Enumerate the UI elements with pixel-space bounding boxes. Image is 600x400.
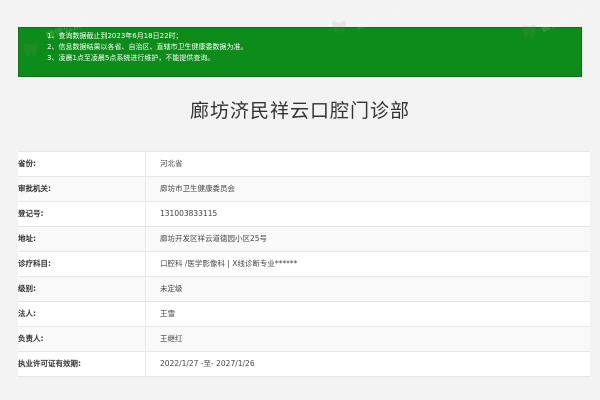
row-label: 级别: [18, 277, 146, 301]
table-row: 登记号: 131003833115 [18, 202, 590, 227]
row-value: 廊坊开发区祥云道德园小区25号 [160, 234, 268, 243]
table-row: 地址: 廊坊开发区祥云道德园小区25号 [18, 227, 590, 252]
row-label: 法人: [18, 302, 146, 326]
table-row: 省份: 河北省 [18, 152, 590, 177]
row-label: 登记号: [18, 202, 146, 226]
table-row: 审批机关: 廊坊市卫生健康委员会 [18, 177, 590, 202]
row-value: 131003833115 [160, 209, 218, 218]
table-row: 法人: 王雪 [18, 302, 590, 327]
row-value: 廊坊市卫生健康委员会 [160, 184, 235, 193]
row-value: 未定级 [160, 284, 183, 293]
row-value: 河北省 [160, 159, 183, 168]
row-label: 诊疗科目: [18, 252, 146, 276]
table-row: 执业许可证有效期: 2022/1/27 -至- 2027/1/26 [18, 352, 590, 377]
table-row: 负责人: 王继红 [18, 327, 590, 352]
tooth-watermark-icon [522, 24, 536, 39]
row-value: 王继红 [160, 334, 183, 343]
row-label: 省份: [18, 152, 146, 176]
table-row: 诊疗科目: 口腔科 /医学影像科 | X线诊断专业****** [18, 252, 590, 277]
table-row: 级别: 未定级 [18, 277, 590, 302]
tooth-watermark-icon [332, 20, 346, 35]
tooth-watermark-icon [24, 42, 38, 57]
notice-line-1: 1、查询数据截止到2023年6月18日22时； [47, 32, 183, 40]
row-value: 王雪 [160, 309, 175, 318]
row-value: 2022/1/27 -至- 2027/1/26 [160, 359, 255, 368]
info-table: 省份: 河北省 审批机关: 廊坊市卫生健康委员会 登记号: 1310038331… [18, 151, 590, 377]
page-title: 廊坊济民祥云口腔门诊部 [189, 100, 410, 122]
row-label: 审批机关: [18, 177, 146, 201]
row-label: 地址: [18, 227, 146, 251]
row-value: 口腔科 /医学影像科 | X线诊断专业****** [160, 259, 298, 268]
notice-line-2: 2、信息数据结果以各省、自治区、直辖市卫生健康委数据为准。 [47, 43, 248, 51]
row-label: 负责人: [18, 327, 146, 351]
notice-line-3: 3、凌晨1点至凌晨5点系统进行维护，不能提供查询。 [47, 54, 215, 62]
notice-banner: 1、查询数据截止到2023年6月18日22时； 2、信息数据结果以各省、自治区、… [18, 27, 582, 77]
row-label: 执业许可证有效期: [18, 352, 146, 376]
